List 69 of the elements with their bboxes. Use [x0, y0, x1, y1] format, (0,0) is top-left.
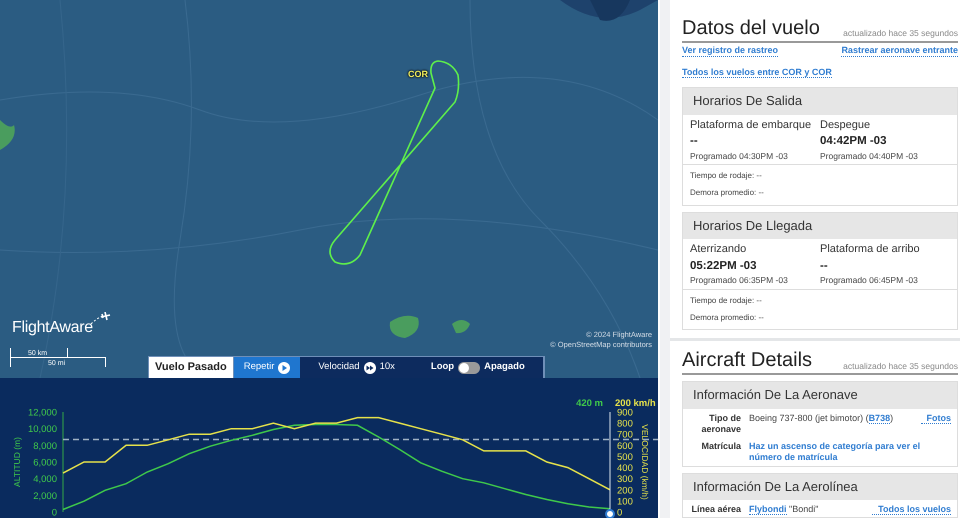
link[interactable]: Todos los vuelos	[872, 504, 951, 515]
field-value: 04:42PM -03	[820, 134, 888, 149]
fast-forward-icon	[364, 362, 376, 374]
axis-tick-label: 500	[617, 452, 633, 463]
axis-tick-label: 8,000	[33, 440, 57, 452]
link[interactable]: Ver registro de rastreo	[682, 45, 778, 58]
scheduled-time: Programado 06:35PM -03	[690, 275, 789, 286]
axis-tick-label: 200	[617, 485, 633, 496]
play-icon	[278, 362, 290, 374]
scheduled-time: Programado 06:45PM -03	[820, 275, 919, 286]
axis-tick-label: 2,000	[33, 490, 57, 502]
field-label: Despegue	[820, 118, 872, 132]
axis-tick-label: 0	[617, 508, 622, 518]
axis-tick-label: 400	[617, 463, 633, 474]
field-label: Plataforma de embarque	[690, 118, 812, 132]
field-value: --	[690, 134, 699, 149]
note-text: Demora promedio: --	[690, 187, 765, 200]
field-label: Aterrizando	[690, 243, 748, 257]
airport-label: COR	[408, 68, 428, 81]
link[interactable]: Flybondi	[749, 504, 786, 515]
panel-header: Horarios De Llegada	[683, 212, 957, 240]
loop-label: Loop	[430, 360, 454, 374]
speed-button[interactable]: Velocidad 10x	[300, 357, 413, 378]
axis-tick-label: 12,000	[28, 408, 57, 418]
replay-button[interactable]: Repetir	[234, 357, 300, 378]
panel-header: Información De La Aeronave	[683, 382, 957, 409]
scheduled-time: Programado 04:30PM -03	[690, 150, 789, 162]
link[interactable]: Todos los vuelos entre COR y COR	[682, 67, 832, 78]
section-title: Datos del vuelo	[682, 17, 820, 39]
loop-toggle[interactable]	[458, 362, 480, 374]
axis-tick-label: 0	[52, 508, 57, 518]
updated-text: actualizado hace 35 segundos	[843, 360, 958, 372]
field-value: --	[820, 258, 829, 274]
logo-text: FlightAware	[12, 318, 93, 338]
field-label: Tipo de aeronave	[700, 412, 742, 436]
cursor-handle[interactable]	[605, 509, 615, 518]
axis-tick-label: 600	[617, 440, 633, 452]
field-value: 05:22PM -03	[690, 258, 758, 274]
axis-tick-label: 10,000	[28, 424, 57, 436]
scheduled-time: Programado 04:40PM -03	[820, 150, 919, 162]
mode-label: Vuelo Pasado	[149, 357, 234, 378]
altitude-readout: 420 m	[576, 398, 603, 409]
link[interactable]: Fotos	[920, 412, 951, 424]
loop-state: Apagado	[484, 360, 525, 374]
link[interactable]: Rastrear aeronave entrante	[841, 45, 958, 58]
panel-header: Información De La Aerolínea	[683, 474, 957, 500]
section-title: Aircraft Details	[682, 349, 812, 372]
note-text: Tiempo de rodaje: --	[690, 170, 763, 182]
axis-tick-label: 900	[617, 408, 633, 418]
field-label: Línea aérea	[690, 504, 742, 516]
note-text: Demora promedio: --	[690, 312, 765, 324]
axis-tick-label: 6,000	[33, 458, 57, 468]
axis-tick-label: 100	[617, 496, 633, 508]
field-value: Boeing 737-800 (jet bimotor) (B738)	[749, 412, 894, 426]
field-value: Flybondi "Bondi"	[749, 504, 820, 516]
axis-tick-label: 300	[617, 474, 633, 486]
link[interactable]: B738	[868, 412, 890, 424]
axis-title: ALTITUD (m)	[12, 437, 22, 487]
note-text: Tiempo de rodaje: --	[690, 294, 763, 307]
axis-tick-label: 700	[617, 430, 633, 441]
axis-tick-label: 800	[617, 418, 633, 430]
updated-text: actualizado hace 35 segundos	[843, 28, 958, 39]
link[interactable]: Haz un ascenso de categoría para ver el número de matrícula	[749, 441, 951, 464]
panel-header: Horarios De Salida	[683, 88, 957, 114]
axis-tick-label: 4,000	[33, 474, 57, 486]
axis-title: VELOCIDAD (km/h)	[640, 424, 650, 500]
speed-readout: 200 km/h	[615, 398, 656, 409]
field-label: Matrícula	[700, 441, 742, 454]
field-label: Plataforma de arribo	[820, 243, 921, 257]
